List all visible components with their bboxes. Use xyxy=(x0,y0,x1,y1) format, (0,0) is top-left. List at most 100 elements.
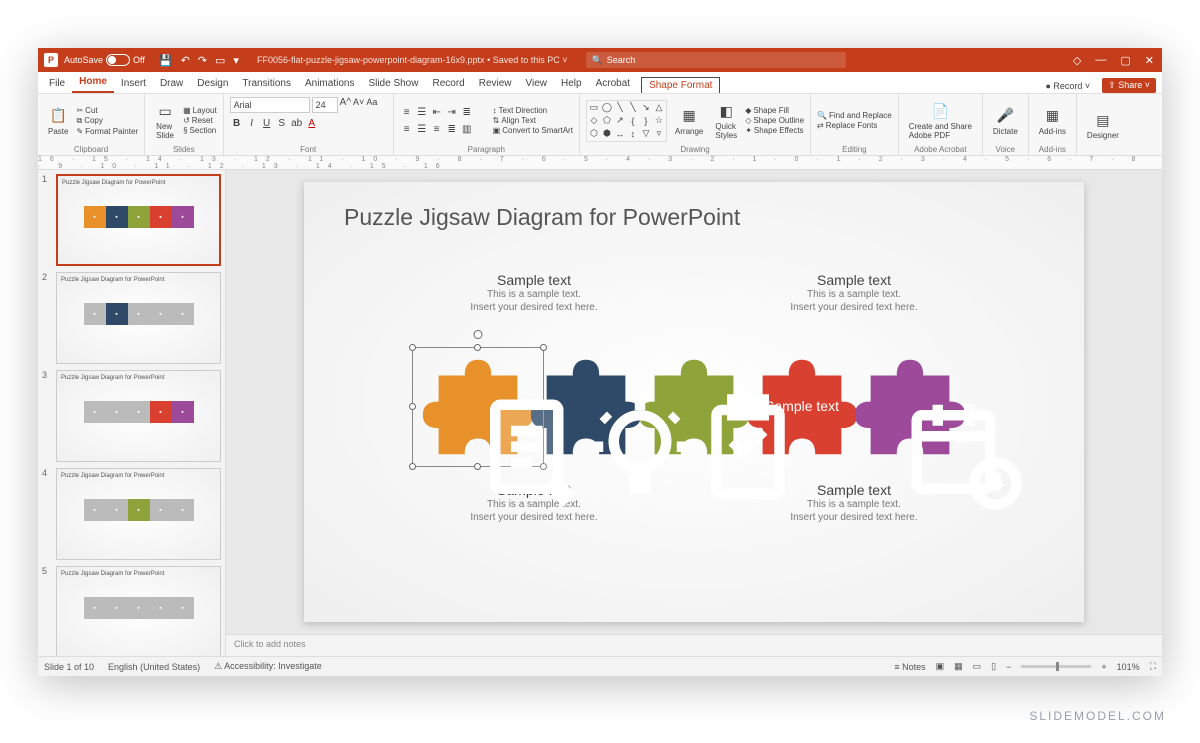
layout-button[interactable]: ▦Layout xyxy=(183,106,217,115)
tab-file[interactable]: File xyxy=(42,74,72,93)
shape-effects-button[interactable]: ✦Shape Effects xyxy=(745,126,804,135)
tab-draw[interactable]: Draw xyxy=(153,74,190,93)
slide-title[interactable]: Puzzle Jigsaw Diagram for PowerPoint xyxy=(344,204,740,231)
justify-icon[interactable]: ≣ xyxy=(445,122,459,136)
tab-animations[interactable]: Animations xyxy=(298,74,361,93)
tab-transitions[interactable]: Transitions xyxy=(235,74,298,93)
autosave-toggle[interactable]: AutoSave Off xyxy=(64,54,145,66)
slide-thumbnails-panel[interactable]: 1 Puzzle Jigsaw Diagram for PowerPoint ▪… xyxy=(38,170,226,656)
outdent-icon[interactable]: ⇤ xyxy=(430,105,444,119)
present-icon[interactable]: ▭ xyxy=(215,54,225,67)
slide[interactable]: Puzzle Jigsaw Diagram for PowerPoint Sam… xyxy=(304,182,1084,622)
toggle-off-icon[interactable] xyxy=(106,54,130,66)
italic-icon[interactable]: I xyxy=(245,116,259,130)
bold-icon[interactable]: B xyxy=(230,116,244,130)
dictate-button[interactable]: 🎤Dictate xyxy=(989,104,1022,138)
align-center-icon[interactable]: ☰ xyxy=(415,122,429,136)
account-icon[interactable]: ◇ xyxy=(1073,54,1081,67)
text-direction-button[interactable]: ↕Text Direction xyxy=(493,106,573,115)
font-size-select[interactable]: 24 xyxy=(312,97,338,113)
designer-button[interactable]: ▤Designer xyxy=(1083,108,1123,142)
change-case-icon[interactable]: Aa xyxy=(366,97,377,113)
slide-thumbnail-5[interactable]: 5 Puzzle Jigsaw Diagram for PowerPoint ▪… xyxy=(42,566,221,656)
zoom-slider[interactable] xyxy=(1021,665,1091,668)
align-left-icon[interactable]: ≡ xyxy=(400,122,414,136)
format-painter-button[interactable]: ✎Format Painter xyxy=(76,127,138,136)
zoom-in-icon[interactable]: + xyxy=(1101,662,1106,672)
new-slide-button[interactable]: ▭New Slide xyxy=(151,99,179,142)
zoom-level[interactable]: 101% xyxy=(1117,662,1140,672)
slide-thumbnail-2[interactable]: 2 Puzzle Jigsaw Diagram for PowerPoint ▪… xyxy=(42,272,221,364)
paste-button[interactable]: 📋Paste xyxy=(44,104,72,138)
tab-slideshow[interactable]: Slide Show xyxy=(361,74,425,93)
font-color-icon[interactable]: A xyxy=(305,116,319,130)
tab-home[interactable]: Home xyxy=(72,72,114,93)
record-button[interactable]: ● Record ˅ xyxy=(1039,79,1096,93)
shape-outline-button[interactable]: ◇Shape Outline xyxy=(745,116,804,125)
qat-more-icon[interactable]: ▾ xyxy=(233,54,239,67)
sorter-view-icon[interactable]: ▦ xyxy=(954,661,963,672)
slide-thumbnail-1[interactable]: 1 Puzzle Jigsaw Diagram for PowerPoint ▪… xyxy=(42,174,221,266)
filename[interactable]: FF0056-flat-puzzle-jigsaw-powerpoint-dia… xyxy=(257,55,568,65)
close-icon[interactable]: ✕ xyxy=(1145,54,1154,67)
share-button[interactable]: ⇪ Share ˅ xyxy=(1102,78,1156,93)
rotation-handle[interactable] xyxy=(474,330,483,339)
minimize-icon[interactable]: — xyxy=(1095,54,1106,66)
notes-toggle[interactable]: ≡ Notes xyxy=(894,662,925,672)
shapes-gallery[interactable]: ▭◯╲╲↘△ ◇⬠↗{}☆ ⬡⬢↔↕▽▿ xyxy=(586,100,667,142)
line-spacing-icon[interactable]: ≣ xyxy=(460,105,474,119)
indent-icon[interactable]: ⇥ xyxy=(445,105,459,119)
caption-top-right[interactable]: Sample text This is a sample text.Insert… xyxy=(754,272,954,314)
undo-icon[interactable]: ↶ xyxy=(181,54,190,67)
quick-styles-button[interactable]: ◧Quick Styles xyxy=(711,99,741,142)
adobe-pdf-button[interactable]: 📄Create and Share Adobe PDF xyxy=(905,99,976,142)
tab-shape-format[interactable]: Shape Format xyxy=(641,77,720,93)
caption-top-left[interactable]: Sample text This is a sample text.Insert… xyxy=(434,272,634,314)
shrink-font-icon[interactable]: A˅ xyxy=(353,97,364,113)
tab-acrobat[interactable]: Acrobat xyxy=(589,74,637,93)
shape-fill-button[interactable]: ◆Shape Fill xyxy=(745,106,804,115)
zoom-out-icon[interactable]: − xyxy=(1006,662,1011,672)
redo-icon[interactable]: ↷ xyxy=(198,54,207,67)
reading-view-icon[interactable]: ▭ xyxy=(973,661,982,672)
accessibility-status[interactable]: ⚠ Accessibility: Investigate xyxy=(214,661,322,672)
tab-record[interactable]: Record xyxy=(425,74,471,93)
addins-button[interactable]: ▦Add-ins xyxy=(1035,104,1070,138)
grow-font-icon[interactable]: A^ xyxy=(340,97,351,113)
slide-thumbnail-4[interactable]: 4 Puzzle Jigsaw Diagram for PowerPoint ▪… xyxy=(42,468,221,560)
slide-thumbnail-3[interactable]: 3 Puzzle Jigsaw Diagram for PowerPoint ▪… xyxy=(42,370,221,462)
numbering-icon[interactable]: ☰ xyxy=(415,105,429,119)
find-button[interactable]: 🔍Find and Replace xyxy=(817,111,892,120)
tab-insert[interactable]: Insert xyxy=(114,74,153,93)
copy-button[interactable]: ⧉Copy xyxy=(76,116,138,126)
arrange-button[interactable]: ▦Arrange xyxy=(671,104,707,138)
tab-view[interactable]: View xyxy=(519,74,555,93)
search-input[interactable]: 🔍 Search xyxy=(586,52,846,68)
puzzle-piece-5[interactable] xyxy=(856,362,964,452)
font-name-select[interactable]: Arial xyxy=(230,97,310,113)
section-button[interactable]: §Section xyxy=(183,126,217,135)
notes-pane[interactable]: Click to add notes xyxy=(226,634,1162,656)
slide-counter[interactable]: Slide 1 of 10 xyxy=(44,662,94,672)
align-text-button[interactable]: ⇅Align Text xyxy=(493,116,573,125)
slide-canvas[interactable]: Puzzle Jigsaw Diagram for PowerPoint Sam… xyxy=(226,170,1162,634)
maximize-icon[interactable]: ▢ xyxy=(1120,54,1130,67)
fit-to-window-icon[interactable]: ⛶ xyxy=(1150,661,1156,672)
smartart-button[interactable]: ▣Convert to SmartArt xyxy=(493,126,573,135)
slideshow-view-icon[interactable]: ▯ xyxy=(991,661,996,672)
tab-design[interactable]: Design xyxy=(190,74,235,93)
underline-icon[interactable]: U xyxy=(260,116,274,130)
replace-fonts-button[interactable]: ⇄Replace Fonts xyxy=(817,121,892,130)
align-right-icon[interactable]: ≡ xyxy=(430,122,444,136)
normal-view-icon[interactable]: ▣ xyxy=(936,661,945,672)
language-status[interactable]: English (United States) xyxy=(108,662,200,672)
reset-button[interactable]: ↺Reset xyxy=(183,116,217,125)
strike-icon[interactable]: S xyxy=(275,116,289,130)
tab-help[interactable]: Help xyxy=(554,74,589,93)
save-icon[interactable]: 💾 xyxy=(159,54,173,67)
cut-button[interactable]: ✂Cut xyxy=(76,106,138,115)
shadow-icon[interactable]: ab xyxy=(290,116,304,130)
bullets-icon[interactable]: ≡ xyxy=(400,105,414,119)
columns-icon[interactable]: ▥ xyxy=(460,122,474,136)
tab-review[interactable]: Review xyxy=(472,74,519,93)
